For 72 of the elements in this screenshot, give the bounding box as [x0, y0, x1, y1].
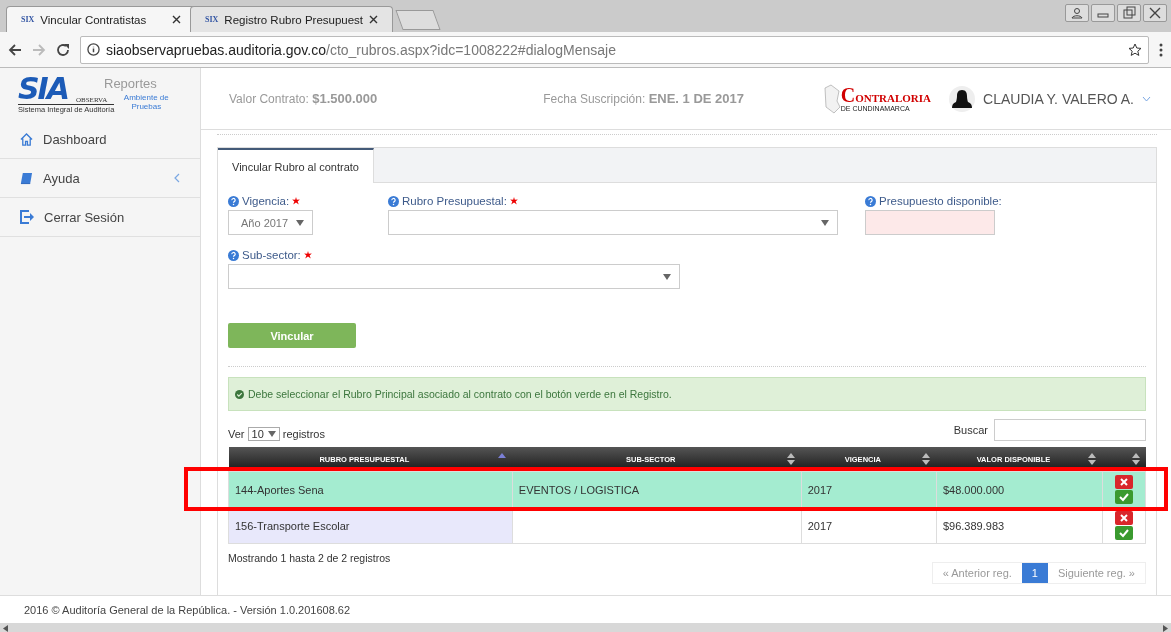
avatar-icon [949, 85, 976, 112]
budget-field[interactable] [865, 210, 995, 235]
delete-icon[interactable] [1114, 475, 1133, 489]
profile-icon[interactable] [1065, 4, 1089, 22]
sort-icon[interactable] [1088, 453, 1097, 465]
panel-tab[interactable]: Vincular Rubro al contrato [218, 148, 374, 183]
caret-icon [663, 273, 671, 280]
caret-icon [296, 219, 304, 226]
close-icon[interactable] [1143, 4, 1167, 22]
table-cell: 144-Aportes Sena [228, 471, 513, 508]
sidebar-item[interactable]: Cerrar Sesión [0, 198, 200, 237]
scroll-right-icon[interactable] [1163, 624, 1168, 632]
search-field[interactable] [994, 419, 1146, 441]
footer-text: 2016 © Auditoría General de la República. - Versión 1.0.201608.62 [24, 603, 351, 616]
book-icon [20, 171, 33, 185]
reload-icon[interactable] [56, 42, 70, 57]
page-size-select[interactable]: 10 [247, 427, 280, 441]
required-icon [292, 197, 301, 205]
restore-icon[interactable] [1117, 4, 1141, 22]
check-icon[interactable] [1114, 490, 1133, 504]
back-icon[interactable] [8, 42, 22, 57]
close-icon[interactable] [172, 15, 181, 24]
user-name[interactable]: CLAUDIA Y. VALERO A. [983, 90, 1134, 107]
help-icon [228, 195, 239, 207]
search-label: Buscar [953, 424, 988, 436]
field-label: Presupuesto disponible: [879, 195, 1002, 207]
help-icon [228, 249, 239, 261]
browser-tab[interactable]: SIX Registro Rubro Presupuest [190, 6, 394, 32]
home-icon [20, 132, 33, 146]
contract-value: Valor Contrato: $1.500.000 [229, 91, 378, 106]
table-cell: $48.000.000 [936, 471, 1103, 508]
favicon: SIX [21, 15, 35, 24]
close-icon[interactable] [369, 15, 379, 24]
alert-text: Debe seleccionar el Rubro Principal asociado al contrato con el botón verde en el Registro. [248, 388, 672, 400]
help-icon [388, 195, 399, 207]
address-bar[interactable]: siaobservapruebas.auditoria.gov.co/cto_rubros.aspx?idc=1008222#dialogMensaje [80, 35, 1149, 64]
table-cell: EVENTOS / LOGISTICA [512, 471, 802, 508]
help-icon [865, 195, 876, 207]
select-field[interactable] [228, 264, 680, 289]
table-info: Mostrando 1 hasta 2 de 2 registros [228, 552, 391, 564]
sort-icon[interactable] [787, 453, 796, 465]
sidebar-item[interactable]: Ayuda [0, 159, 200, 198]
check-icon[interactable] [1114, 526, 1133, 540]
required-icon [303, 251, 312, 259]
length-label: Ver [228, 428, 245, 440]
favicon: SIX [205, 15, 219, 24]
sort-icon[interactable] [1131, 453, 1140, 465]
environment-label: Ambiente de Pruebas [122, 93, 170, 111]
delete-icon[interactable] [1114, 511, 1133, 525]
chevron-icon [174, 173, 180, 183]
length-label: registros [282, 428, 325, 440]
pagination-link[interactable]: 1 [1021, 563, 1048, 583]
table-cell: 2017 [801, 471, 937, 508]
horizontal-scrollbar[interactable] [0, 623, 1171, 632]
menu-icon[interactable] [1159, 42, 1163, 57]
scroll-left-icon[interactable] [3, 624, 8, 632]
field-label: Sub-sector: [242, 249, 301, 261]
field-label: Rubro Presupuestal: [402, 195, 507, 207]
logout-icon [20, 210, 34, 224]
select-field[interactable]: Año 2017 [228, 210, 313, 235]
field-label: Vigencia: [242, 195, 290, 207]
required-icon [509, 197, 518, 205]
select-field[interactable] [388, 210, 838, 235]
caret-icon [267, 431, 276, 437]
info-icon [87, 43, 100, 56]
check-circle-icon [235, 389, 244, 399]
url-text: siaobservapruebas.auditoria.gov.co/cto_rubros.aspx?idc=1008222#dialogMensaje [106, 41, 616, 58]
sort-icon[interactable] [922, 453, 931, 465]
signing-date: Fecha Suscripción: ENE. 1 DE 2017 [543, 91, 745, 106]
caret-icon [821, 219, 829, 226]
sidebar-item[interactable]: Dashboard [0, 120, 200, 159]
star-icon[interactable] [1128, 42, 1142, 57]
